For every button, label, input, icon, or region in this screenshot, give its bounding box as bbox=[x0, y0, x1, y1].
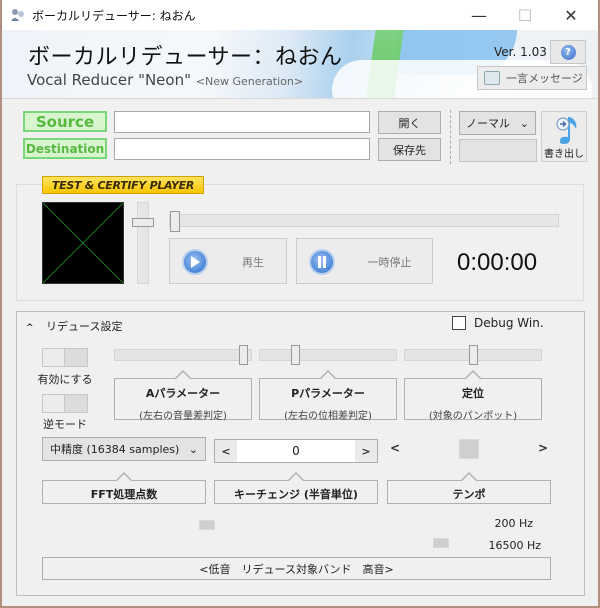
debug-window-label: Debug Win. bbox=[474, 316, 544, 330]
enable-toggle-label: 有効にする bbox=[37, 373, 93, 386]
chevron-down-icon: ⌄ bbox=[188, 442, 198, 456]
p-parameter-title: Pパラメーター bbox=[291, 387, 365, 400]
message-button[interactable]: 一言メッセージ bbox=[477, 66, 587, 90]
p-parameter-slider-thumb[interactable] bbox=[291, 345, 301, 365]
app-window: ボーカルリデューサー: ねおん — ☐ ✕ ボーカルリデューサー：ねおん Voc… bbox=[0, 0, 600, 608]
player-tag: TEST & CERTIFY PLAYER bbox=[42, 176, 204, 194]
position-title: 定位 bbox=[462, 387, 484, 400]
chevron-down-icon: ⌄ bbox=[519, 116, 529, 130]
position-slider-thumb[interactable] bbox=[468, 345, 478, 365]
mode-option-blank bbox=[459, 139, 537, 162]
toolbar-divider bbox=[450, 110, 451, 164]
position-callout: 定位 (対象のパンポット) bbox=[404, 370, 542, 422]
seek-slider-track[interactable] bbox=[169, 214, 559, 227]
pause-button[interactable]: 一時停止 bbox=[296, 238, 433, 284]
title-bar: ボーカルリデューサー: ねおん — ☐ ✕ bbox=[2, 0, 598, 30]
help-icon: ? bbox=[560, 44, 576, 60]
a-parameter-title: Aパラメーター bbox=[145, 387, 221, 400]
open-button[interactable]: 開く bbox=[378, 111, 441, 134]
play-button[interactable]: 再生 bbox=[169, 238, 287, 284]
band-high-slider-thumb[interactable] bbox=[433, 538, 449, 548]
chevron-up-icon: ^ bbox=[26, 323, 34, 333]
app-subtitle-tag: <New Generation> bbox=[195, 75, 304, 88]
music-note-icon bbox=[556, 117, 577, 144]
key-decrement-button[interactable]: < bbox=[215, 440, 237, 462]
tempo-slider-thumb[interactable] bbox=[459, 439, 479, 459]
play-button-label: 再生 bbox=[242, 256, 264, 269]
pause-button-label: 一時停止 bbox=[367, 256, 412, 269]
enable-toggle[interactable] bbox=[42, 348, 88, 367]
app-subtitle: Vocal Reducer "Neon" <New Generation> bbox=[27, 71, 303, 89]
fft-size-callout: FFT処理点数 bbox=[42, 472, 206, 504]
p-parameter-subtitle: (左右の位相差判定) bbox=[284, 411, 372, 422]
fft-size-label: FFT処理点数 bbox=[90, 488, 158, 501]
reduce-settings-title: リデュース設定 bbox=[46, 320, 123, 333]
tempo-decrement-button[interactable]: < bbox=[390, 441, 400, 455]
app-subtitle-name: Vocal Reducer "Neon" bbox=[27, 71, 191, 89]
volume-slider-thumb[interactable] bbox=[132, 218, 154, 228]
save-destination-button[interactable]: 保存先 bbox=[378, 138, 441, 161]
maximize-button[interactable]: ☐ bbox=[502, 0, 548, 30]
version-label: Ver. 1.03 bbox=[494, 45, 547, 59]
app-icon bbox=[11, 9, 24, 21]
a-parameter-subtitle: (左右の音量差判定) bbox=[139, 411, 227, 422]
source-path-input[interactable] bbox=[114, 111, 370, 133]
key-change-callout: キーチェンジ (半音単位) bbox=[214, 472, 378, 504]
message-icon bbox=[484, 71, 500, 85]
tempo-increment-button[interactable]: > bbox=[538, 441, 548, 455]
header-banner: ボーカルリデューサー：ねおん Vocal Reducer "Neon" <New… bbox=[2, 30, 598, 98]
fft-size-value: 中精度 (16384 samples) bbox=[50, 443, 180, 456]
fft-size-select[interactable]: 中精度 (16384 samples) ⌄ bbox=[42, 437, 206, 461]
band-low-frequency: 200 Hz bbox=[494, 517, 533, 530]
message-button-label: 一言メッセージ bbox=[506, 72, 583, 85]
source-label: Source bbox=[23, 111, 107, 132]
seek-slider-thumb[interactable] bbox=[170, 211, 180, 232]
mode-select-value: ノーマル bbox=[466, 117, 510, 130]
export-button-label: 書き出し bbox=[544, 149, 584, 160]
reverse-mode-toggle[interactable] bbox=[42, 394, 88, 413]
position-subtitle: (対象のパンポット) bbox=[428, 411, 518, 422]
reduce-band-label: <低音 リデュース対象バンド 高音> bbox=[42, 557, 551, 580]
minimize-button[interactable]: — bbox=[456, 0, 502, 30]
a-parameter-callout: Aパラメーター (左右の音量差判定) bbox=[114, 370, 252, 422]
key-increment-button[interactable]: > bbox=[355, 440, 377, 462]
destination-label: Destination bbox=[23, 138, 107, 159]
app-title: ボーカルリデューサー：ねおん bbox=[28, 45, 343, 70]
mode-select[interactable]: ノーマル ⌄ bbox=[459, 111, 536, 135]
reduce-settings-header[interactable]: ^ リデュース設定 bbox=[26, 318, 123, 334]
p-parameter-callout: Pパラメーター (左右の位相差判定) bbox=[259, 370, 397, 422]
a-parameter-slider-thumb[interactable] bbox=[239, 345, 249, 365]
play-icon bbox=[182, 249, 208, 275]
p-parameter-slider-track[interactable] bbox=[259, 349, 397, 361]
window-title: ボーカルリデューサー: ねおん bbox=[32, 9, 196, 23]
export-button[interactable]: 書き出し bbox=[541, 111, 587, 162]
checkbox-box[interactable] bbox=[452, 316, 466, 330]
key-change-spinner[interactable]: < 0 > bbox=[214, 439, 378, 463]
reverse-mode-label: 逆モード bbox=[43, 418, 87, 431]
pause-icon bbox=[309, 249, 335, 275]
visualizer-display bbox=[42, 202, 124, 284]
key-change-value[interactable]: 0 bbox=[237, 444, 355, 458]
volume-slider-track[interactable] bbox=[137, 202, 149, 284]
close-button[interactable]: ✕ bbox=[548, 0, 594, 30]
key-change-label: キーチェンジ (半音単位) bbox=[234, 488, 358, 501]
debug-window-checkbox[interactable]: Debug Win. bbox=[452, 316, 544, 330]
tempo-label: テンポ bbox=[452, 488, 486, 501]
help-button[interactable]: ? bbox=[550, 40, 586, 64]
header-divider bbox=[2, 98, 598, 99]
band-low-slider-thumb[interactable] bbox=[199, 520, 215, 530]
tempo-callout: テンポ bbox=[387, 472, 551, 504]
a-parameter-slider-track[interactable] bbox=[114, 349, 252, 361]
playback-time: 0:00:00 bbox=[457, 249, 538, 276]
destination-path-input[interactable] bbox=[114, 138, 370, 160]
band-high-frequency: 16500 Hz bbox=[488, 539, 541, 552]
